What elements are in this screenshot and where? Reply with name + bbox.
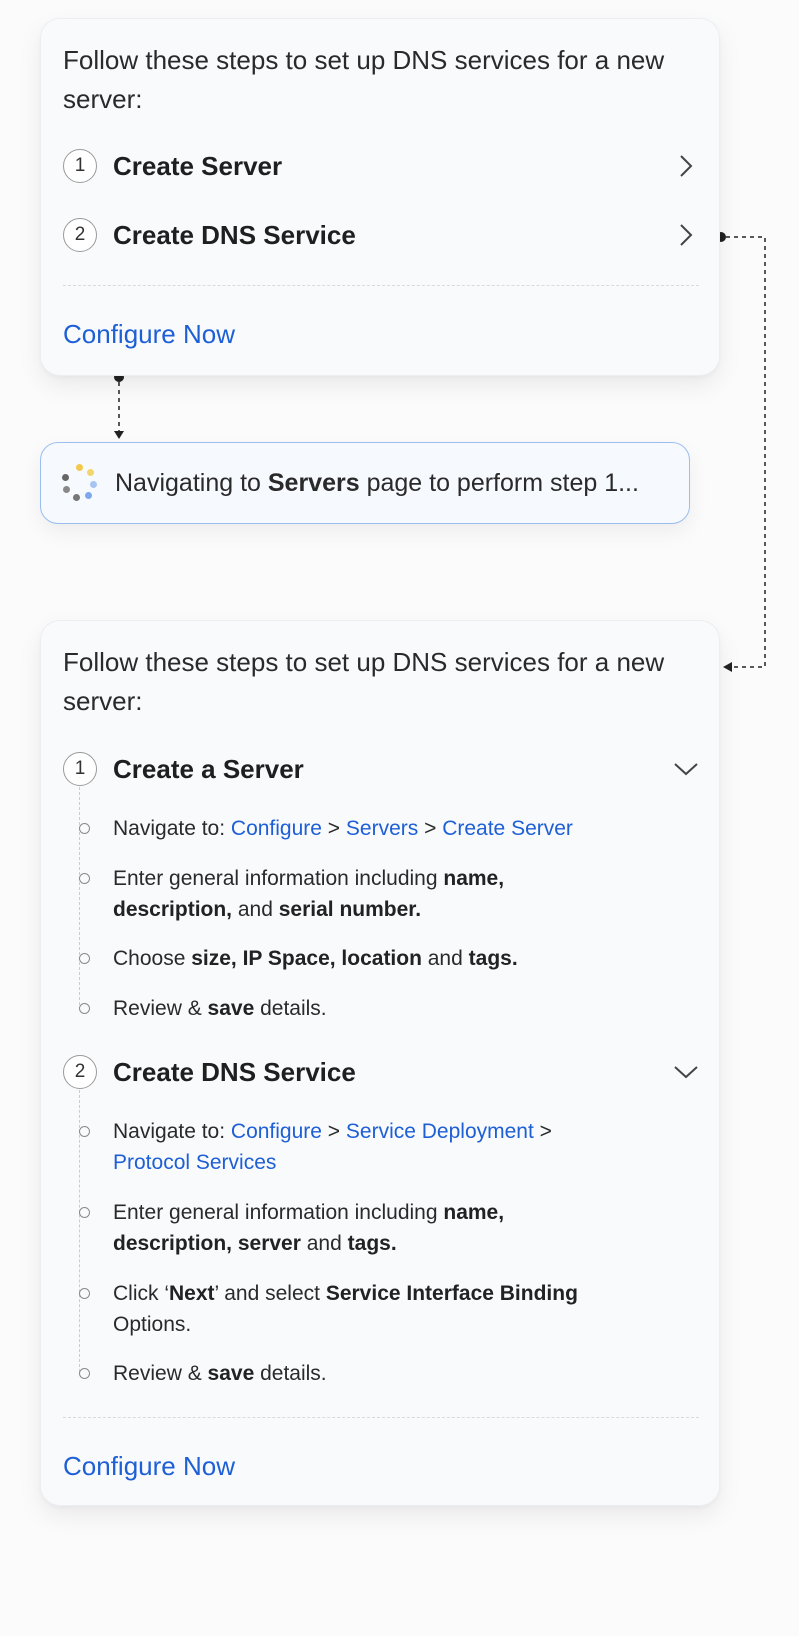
chevron-down-icon[interactable]	[673, 1059, 699, 1085]
step-number-badge: 1	[63, 149, 97, 183]
dns-setup-card-collapsed: Follow these steps to set up DNS service…	[40, 18, 720, 376]
step-title: Create DNS Service	[113, 219, 356, 250]
substep-bullet	[79, 873, 90, 884]
intro-text: Follow these steps to set up DNS service…	[63, 45, 665, 114]
substep-bullet	[79, 1126, 90, 1137]
substep-review-save: Review & save details.	[79, 1358, 693, 1389]
breadcrumb-link-configure[interactable]: Configure	[231, 1120, 322, 1143]
substep-bullet	[79, 1003, 90, 1014]
substep-bullet	[79, 1288, 90, 1299]
breadcrumb-link-service-deployment[interactable]: Service Deployment	[346, 1120, 534, 1143]
dns-setup-card-expanded: Follow these steps to set up DNS service…	[40, 620, 720, 1506]
loading-spinner-icon	[61, 464, 99, 502]
breadcrumb-link-configure[interactable]: Configure	[231, 817, 322, 840]
step-title: Create Server	[113, 150, 283, 181]
substep-bullet	[79, 823, 90, 834]
breadcrumb-link-servers[interactable]: Servers	[346, 817, 418, 840]
configure-now-link[interactable]: Configure Now	[63, 1451, 235, 1482]
connector-configure-to-status	[114, 372, 124, 439]
status-message: Navigating to Servers page to perform st…	[115, 469, 639, 498]
chevron-down-icon[interactable]	[673, 756, 699, 782]
step-number-badge: 2	[63, 1055, 97, 1089]
step-number-badge: 1	[63, 752, 97, 786]
step-connector-line	[79, 787, 80, 1005]
substep-bullet	[79, 953, 90, 964]
status-suffix: page to perform step 1...	[359, 468, 639, 497]
breadcrumb-link-protocol-services[interactable]: Protocol Services	[113, 1151, 276, 1174]
substep-bullet	[79, 1368, 90, 1379]
divider	[63, 285, 699, 286]
substep-choose-options: Choose size, IP Space, location and tags…	[79, 943, 693, 974]
divider	[63, 1417, 699, 1418]
step-row-create-server[interactable]: 1 Create Server	[63, 146, 699, 186]
configure-now-link[interactable]: Configure Now	[63, 319, 235, 350]
breadcrumb-link-create-server[interactable]: Create Server	[442, 817, 573, 840]
step-header-create-a-server[interactable]: 1 Create a Server	[63, 749, 699, 789]
substep-general-info: Enter general information including name…	[79, 1197, 693, 1259]
substep-general-info: Enter general information including name…	[79, 863, 693, 925]
status-prefix: Navigating to	[115, 468, 268, 497]
step-title: Create a Server	[113, 753, 304, 784]
intro-text: Follow these steps to set up DNS service…	[63, 647, 665, 716]
status-page-name: Servers	[267, 468, 360, 497]
substep-navigate: Navigate to: Configure > Service Deploym…	[79, 1116, 693, 1178]
substep-review-save: Review & save details.	[79, 993, 693, 1024]
navigation-status-banner: Navigating to Servers page to perform st…	[40, 442, 690, 524]
substep-service-binding: Click ‘Next’ and select Service Interfac…	[79, 1278, 693, 1340]
step-number-badge: 2	[63, 218, 97, 252]
connector-step2-to-expanded-card	[716, 232, 766, 672]
chevron-right-icon[interactable]	[673, 153, 699, 179]
substep-bullet	[79, 1207, 90, 1218]
chevron-right-icon[interactable]	[673, 222, 699, 248]
step-row-create-dns-service[interactable]: 2 Create DNS Service	[63, 215, 699, 255]
step-header-create-dns-service[interactable]: 2 Create DNS Service	[63, 1052, 699, 1092]
substep-navigate: Navigate to: Configure > Servers > Creat…	[79, 813, 693, 844]
step-title: Create DNS Service	[113, 1056, 356, 1087]
